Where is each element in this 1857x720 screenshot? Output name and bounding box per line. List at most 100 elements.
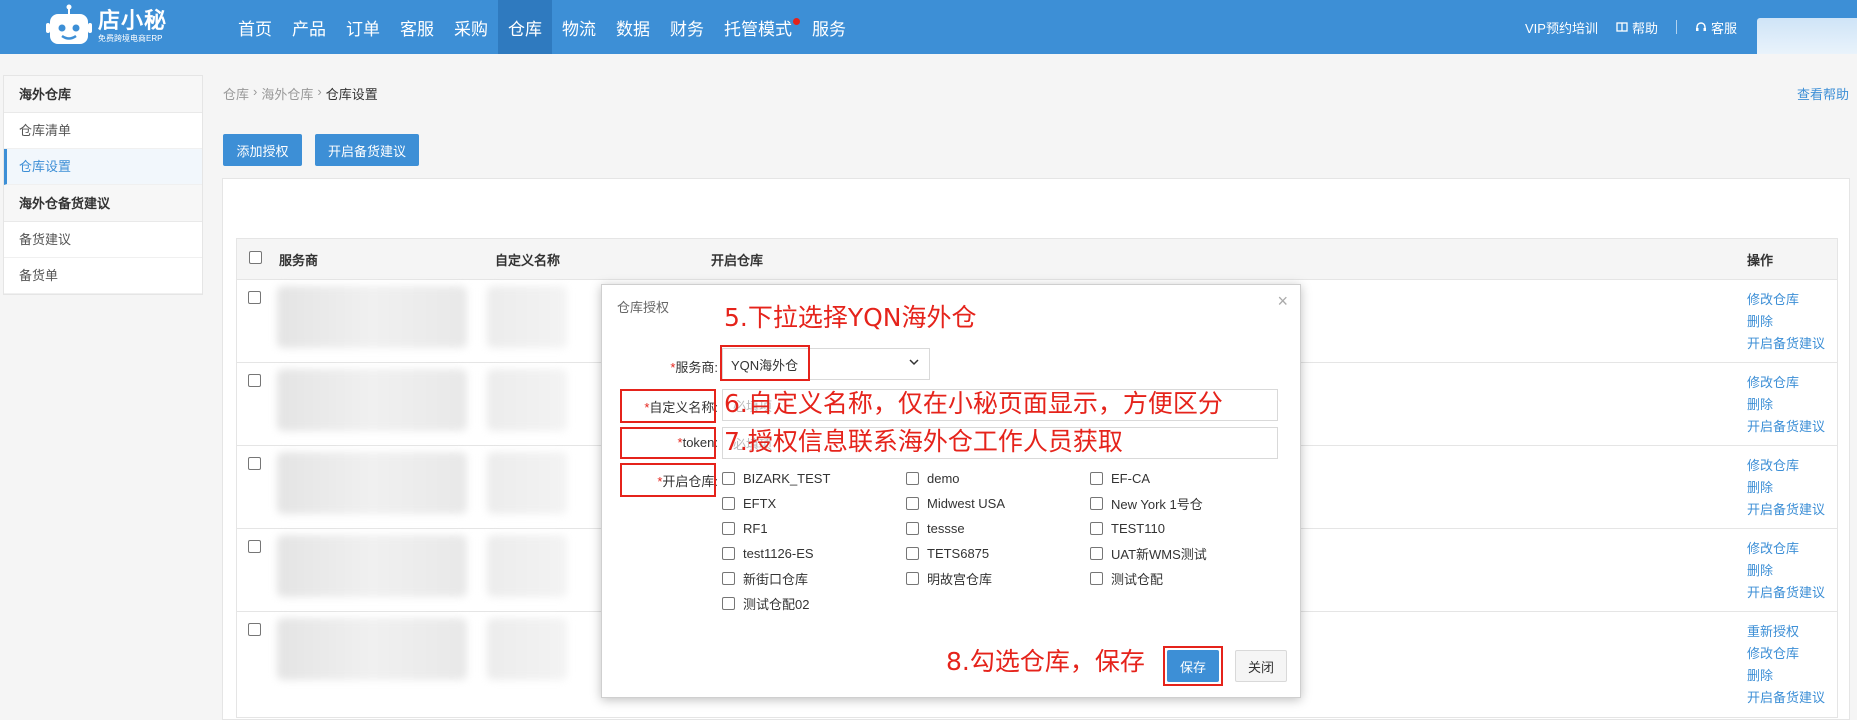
chevron-down-icon bbox=[909, 359, 919, 366]
warehouse-checkbox[interactable] bbox=[722, 571, 735, 585]
delete-link[interactable]: 删除 bbox=[1747, 311, 1825, 333]
blurred-name bbox=[487, 535, 567, 597]
nav-managed-mode[interactable]: 托管模式 bbox=[714, 0, 802, 54]
nav-logistics[interactable]: 物流 bbox=[552, 0, 606, 54]
nav-data[interactable]: 数据 bbox=[606, 0, 660, 54]
nav-home[interactable]: 首页 bbox=[228, 0, 282, 54]
warehouse-checkbox[interactable] bbox=[722, 496, 735, 510]
warehouse-option[interactable]: TEST110 bbox=[1090, 519, 1274, 537]
blurred-provider bbox=[277, 369, 467, 431]
warehouse-checkbox[interactable] bbox=[722, 521, 735, 535]
nav-warehouse[interactable]: 仓库 bbox=[498, 0, 552, 54]
close-icon[interactable]: × bbox=[1277, 291, 1288, 312]
warehouse-checkbox[interactable] bbox=[722, 596, 735, 610]
warehouse-option[interactable]: test1126-ES bbox=[722, 544, 906, 562]
annotation-step6: 6.自定义名称，仅在小秘页面显示，方便区分 bbox=[724, 389, 1223, 418]
warehouse-checkbox[interactable] bbox=[906, 471, 919, 485]
edit-warehouse-link[interactable]: 修改仓库 bbox=[1747, 455, 1825, 477]
row-checkbox[interactable] bbox=[248, 623, 261, 636]
edit-warehouse-link[interactable]: 修改仓库 bbox=[1747, 538, 1825, 560]
sidebar-item-stock-orders[interactable]: 备货单 bbox=[4, 258, 202, 294]
warehouse-option[interactable]: demo bbox=[906, 469, 1090, 487]
warehouse-option[interactable]: EF-CA bbox=[1090, 469, 1274, 487]
nav-purchase[interactable]: 采购 bbox=[444, 0, 498, 54]
warehouse-checkbox[interactable] bbox=[1090, 571, 1103, 585]
delete-link[interactable]: 删除 bbox=[1747, 560, 1825, 582]
warehouse-checkbox[interactable] bbox=[722, 471, 735, 485]
warehouse-option[interactable]: TETS6875 bbox=[906, 544, 1090, 562]
reauthorize-link[interactable]: 重新授权 bbox=[1747, 621, 1825, 643]
edit-warehouse-link[interactable]: 修改仓库 bbox=[1747, 643, 1825, 665]
close-button[interactable]: 关闭 bbox=[1235, 650, 1287, 682]
delete-link[interactable]: 删除 bbox=[1747, 394, 1825, 416]
delete-link[interactable]: 删除 bbox=[1747, 665, 1825, 687]
warehouse-option[interactable]: RF1 bbox=[722, 519, 906, 537]
warehouse-option[interactable]: 明故宫仓库 bbox=[906, 569, 1090, 587]
select-all-checkbox[interactable] bbox=[249, 251, 262, 264]
open-stock-link[interactable]: 开启备货建议 bbox=[1747, 416, 1825, 438]
breadcrumb-current: 仓库设置 bbox=[325, 87, 378, 102]
row-checkbox[interactable] bbox=[248, 374, 261, 387]
warehouse-option[interactable]: UAT新WMS测试 bbox=[1090, 544, 1274, 562]
sidebar-item-stock-suggestion[interactable]: 备货建议 bbox=[4, 222, 202, 258]
view-help-link[interactable]: 查看帮助 bbox=[1797, 84, 1849, 103]
warehouse-checkbox[interactable] bbox=[906, 496, 919, 510]
top-navbar: 店小秘 免费跨境电商ERP 首页 产品 订单 客服 采购 仓库 物流 数据 财务… bbox=[0, 0, 1857, 54]
warehouse-option[interactable]: 测试仓配02 bbox=[722, 594, 906, 612]
row-checkbox[interactable] bbox=[248, 291, 261, 304]
brand-name: 店小秘 bbox=[98, 8, 168, 33]
annotation-box-custom-name bbox=[620, 389, 716, 423]
warehouse-option[interactable]: Midwest USA bbox=[906, 494, 1090, 512]
breadcrumb-warehouse[interactable]: 仓库 bbox=[223, 84, 249, 103]
open-stock-link[interactable]: 开启备货建议 bbox=[1747, 499, 1825, 521]
warehouse-option[interactable]: 新街口仓库 bbox=[722, 569, 906, 587]
warehouse-checkbox[interactable] bbox=[906, 521, 919, 535]
open-stock-link[interactable]: 开启备货建议 bbox=[1747, 582, 1825, 604]
warehouse-option[interactable]: New York 1号仓 bbox=[1090, 494, 1274, 512]
divider bbox=[1675, 20, 1677, 34]
sidebar-group-stock-suggestion: 海外仓备货建议 bbox=[4, 185, 202, 222]
nav-products[interactable]: 产品 bbox=[282, 0, 336, 54]
warehouse-checkbox[interactable] bbox=[906, 546, 919, 560]
warehouse-checkbox[interactable] bbox=[722, 546, 735, 560]
sidebar-item-warehouse-settings[interactable]: 仓库设置 bbox=[4, 149, 202, 185]
row-checkbox[interactable] bbox=[248, 457, 261, 470]
open-stock-suggestion-button[interactable]: 开启备货建议 bbox=[315, 134, 419, 166]
annotation-box-save bbox=[1163, 646, 1223, 686]
annotation-step7: 7.授权信息联系海外仓工作人员获取 bbox=[724, 427, 1123, 456]
nav-orders[interactable]: 订单 bbox=[336, 0, 390, 54]
vip-training-link[interactable]: VIP预约培训 bbox=[1525, 18, 1598, 37]
brand-tagline: 免费跨境电商ERP bbox=[98, 34, 163, 43]
warehouse-auth-dialog: 仓库授权 × *服务商: YQN海外仓 *自定义名称: 必填项 *token: … bbox=[601, 284, 1301, 698]
annotation-step5: 5.下拉选择YQN海外仓 bbox=[724, 303, 977, 332]
row-checkbox[interactable] bbox=[248, 540, 261, 553]
book-icon bbox=[1616, 22, 1628, 32]
top-right-links: VIP预约培训 帮助 客服 bbox=[1507, 0, 1737, 54]
edit-warehouse-link[interactable]: 修改仓库 bbox=[1747, 289, 1825, 311]
sidebar-item-warehouse-list[interactable]: 仓库清单 bbox=[4, 113, 202, 149]
warehouse-checkbox[interactable] bbox=[1090, 496, 1103, 510]
delete-link[interactable]: 删除 bbox=[1747, 477, 1825, 499]
nav-finance[interactable]: 财务 bbox=[660, 0, 714, 54]
nav-services[interactable]: 服务 bbox=[802, 0, 856, 54]
help-link-top[interactable]: 帮助 bbox=[1616, 18, 1658, 37]
service-label: 客服 bbox=[1710, 20, 1737, 36]
warehouse-option[interactable]: 测试仓配 bbox=[1090, 569, 1274, 587]
warehouse-checkbox[interactable] bbox=[1090, 521, 1103, 535]
open-stock-link[interactable]: 开启备货建议 bbox=[1747, 687, 1825, 709]
warehouse-checkbox[interactable] bbox=[1090, 471, 1103, 485]
breadcrumb-overseas[interactable]: 海外仓库 bbox=[261, 84, 313, 103]
user-account-area[interactable] bbox=[1757, 18, 1857, 54]
add-authorization-button[interactable]: 添加授权 bbox=[223, 134, 302, 166]
warehouse-option[interactable]: BIZARK_TEST bbox=[722, 469, 906, 487]
customer-service-link[interactable]: 客服 bbox=[1695, 18, 1737, 37]
sidebar: 海外仓库 仓库清单 仓库设置 海外仓备货建议 备货建议 备货单 bbox=[3, 75, 203, 295]
edit-warehouse-link[interactable]: 修改仓库 bbox=[1747, 372, 1825, 394]
nav-customer-service[interactable]: 客服 bbox=[390, 0, 444, 54]
warehouse-option[interactable]: tessse bbox=[906, 519, 1090, 537]
warehouse-checkbox[interactable] bbox=[1090, 546, 1103, 560]
warehouse-checkbox[interactable] bbox=[906, 571, 919, 585]
warehouse-option[interactable]: EFTX bbox=[722, 494, 906, 512]
brand-logo[interactable]: 店小秘 免费跨境电商ERP bbox=[46, 4, 167, 48]
open-stock-link[interactable]: 开启备货建议 bbox=[1747, 333, 1825, 355]
